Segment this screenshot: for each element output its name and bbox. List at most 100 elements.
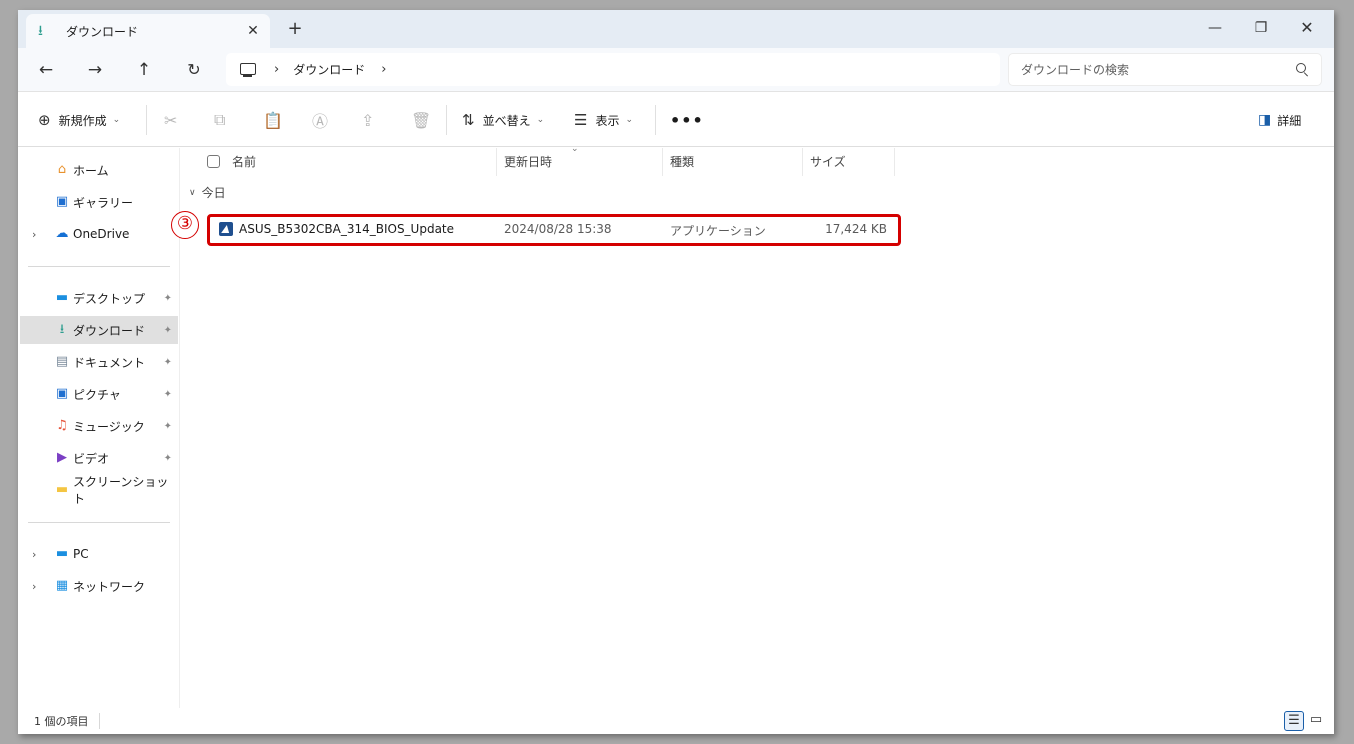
sidebar-item-screenshots[interactable]: ▬ スクリーンショット — [20, 475, 178, 506]
pin-icon[interactable]: ✦ — [164, 325, 172, 336]
sidebar-divider — [28, 266, 170, 267]
toolbar-divider — [655, 105, 656, 135]
sidebar-item-label: ネットワーク — [73, 579, 146, 594]
column-header-name[interactable]: 名前 — [225, 148, 497, 176]
sidebar-item-label: ミュージック — [73, 419, 145, 434]
cloud-icon: ☁ — [55, 226, 69, 241]
pin-icon[interactable]: ✦ — [164, 389, 172, 400]
tiles-view-toggle[interactable]: ▭ — [1306, 711, 1326, 731]
sort-indicator-icon: ⌄ — [571, 144, 579, 154]
address-row: ← → ↑ ↻ › ダウンロード › — [18, 48, 1334, 92]
column-header-size[interactable]: サイズ — [803, 148, 895, 176]
group-header-today[interactable]: ∨ 今日 — [189, 184, 226, 201]
more-options-button[interactable]: ••• — [670, 106, 704, 134]
list-view-icon: ☰ — [574, 111, 588, 129]
folder-icon: ▬ — [55, 482, 69, 497]
sidebar-item-pictures[interactable]: ▣ ピクチャ ✦ — [20, 380, 178, 408]
search-box[interactable] — [1008, 53, 1322, 86]
sidebar-item-label: ホーム — [73, 163, 109, 178]
minimize-button[interactable]: — — [1192, 14, 1238, 42]
sidebar-item-label: デスクトップ — [73, 291, 146, 306]
breadcrumb-downloads[interactable]: ダウンロード — [293, 61, 365, 78]
tab-label: ダウンロード — [66, 24, 139, 39]
sidebar-item-onedrive[interactable]: › ☁ OneDrive — [20, 220, 178, 248]
pin-icon[interactable]: ✦ — [164, 453, 172, 464]
pin-icon[interactable]: ✦ — [164, 357, 172, 368]
screenshot-frame: ⭳ ダウンロード ✕ + — ❐ ✕ ← → ↑ ↻ › ダウンロード › ダウ… — [0, 0, 1354, 744]
forward-button[interactable]: → — [81, 57, 109, 83]
close-tab-icon[interactable]: ✕ — [244, 22, 262, 40]
chevron-down-icon: ⌄ — [112, 115, 121, 125]
view-button[interactable]: ☰ 表示 ⌄ — [574, 106, 633, 134]
restore-button[interactable]: ❐ — [1238, 14, 1284, 42]
breadcrumb-separator[interactable]: › — [274, 62, 279, 77]
annotation-step-marker: ③ — [171, 211, 199, 239]
pc-icon[interactable] — [238, 62, 258, 78]
sidebar-item-network[interactable]: › ▦ ネットワーク — [20, 572, 178, 600]
sidebar-item-label: ビデオ — [73, 451, 110, 466]
tab-downloads[interactable]: ⭳ ダウンロード ✕ — [26, 14, 270, 48]
share-button[interactable]: ⇪ — [361, 106, 374, 134]
file-explorer-window: ⭳ ダウンロード ✕ + — ❐ ✕ ← → ↑ ↻ › ダウンロード › ダウ… — [18, 10, 1334, 734]
pin-icon[interactable]: ✦ — [164, 293, 172, 304]
sidebar-item-documents[interactable]: ▤ ドキュメント ✦ — [20, 348, 178, 376]
item-count: 1 個の項目 — [34, 713, 100, 729]
cut-button[interactable]: ✂ — [164, 106, 177, 134]
download-arrow-icon: ⭳ — [38, 23, 43, 39]
toolbar-divider — [446, 105, 447, 135]
plus-circle-icon: ⊕ — [38, 111, 51, 129]
sidebar-item-desktop[interactable]: ▬ デスクトップ ✦ — [20, 284, 178, 312]
address-bar[interactable]: › ダウンロード › — [226, 53, 1000, 86]
group-label: 今日 — [201, 186, 226, 200]
up-button[interactable]: ↑ — [130, 57, 158, 83]
sidebar-item-videos[interactable]: ▶ ビデオ ✦ — [20, 444, 178, 472]
select-all-checkbox[interactable] — [207, 155, 220, 168]
sidebar-item-home[interactable]: ⌂ ホーム — [20, 156, 178, 184]
details-pane-button[interactable]: ◨ 詳細 — [1258, 106, 1301, 134]
paste-button[interactable]: 📋 — [263, 106, 283, 134]
sidebar-item-pc[interactable]: › ▬ PC — [20, 540, 178, 568]
column-header-date[interactable]: 更新日時 — [497, 148, 663, 176]
sort-label: 並べ替え — [482, 113, 531, 128]
column-header-type[interactable]: 種類 — [663, 148, 803, 176]
sidebar-item-label: ドキュメント — [73, 355, 146, 370]
back-button[interactable]: ← — [32, 57, 60, 83]
new-tab-button[interactable]: + — [284, 19, 306, 41]
download-arrow-icon: ⭳ — [59, 322, 65, 337]
sort-button[interactable]: ⇅ 並べ替え ⌄ — [462, 106, 544, 134]
share-icon: ⇪ — [361, 110, 375, 130]
search-input[interactable] — [1021, 60, 1281, 80]
document-icon: ▤ — [55, 354, 69, 369]
delete-button[interactable]: 🗑 — [411, 106, 431, 134]
chevron-down-icon: ⌄ — [536, 115, 545, 125]
chevron-down-icon: ⌄ — [625, 115, 634, 125]
new-label: 新規作成 — [58, 113, 107, 128]
expand-chevron-icon[interactable]: › — [32, 228, 36, 241]
sort-arrows-icon: ⇅ — [462, 111, 475, 129]
sidebar-item-music[interactable]: ♫ ミュージック ✦ — [20, 412, 178, 440]
pin-icon[interactable]: ✦ — [164, 421, 172, 432]
refresh-button[interactable]: ↻ — [180, 57, 208, 83]
sidebar-item-downloads[interactable]: ⭳ ダウンロード ✦ — [20, 316, 178, 344]
navigation-pane: ⌂ ホーム ▣ ギャラリー › ☁ OneDrive ▬ デスクトップ ✦ ⭳ … — [18, 148, 180, 708]
sidebar-item-gallery[interactable]: ▣ ギャラリー — [20, 188, 178, 216]
music-icon: ♫ — [56, 418, 68, 433]
sidebar-item-label: ピクチャ — [73, 387, 121, 402]
expand-chevron-icon[interactable]: › — [32, 548, 36, 561]
details-view-toggle[interactable]: ☰ — [1284, 711, 1304, 731]
command-toolbar: ⊕ 新規作成 ⌄ ✂ ⧉ 📋 Ⓐ ⇪ 🗑 ⇅ 並べ替え ⌄ ☰ 表示 ⌄ •••… — [18, 93, 1334, 147]
expand-chevron-icon[interactable]: › — [32, 580, 36, 593]
new-button[interactable]: ⊕ 新規作成 ⌄ — [38, 106, 120, 134]
sidebar-item-label: ダウンロード — [73, 323, 146, 338]
copy-button[interactable]: ⧉ — [214, 106, 225, 134]
search-icon[interactable] — [1296, 63, 1309, 76]
column-header-row: 名前 更新日時 種類 サイズ ⌄ — [181, 144, 896, 176]
close-window-button[interactable]: ✕ — [1284, 14, 1330, 42]
title-bar: ⭳ ダウンロード ✕ + — ❐ ✕ — [18, 10, 1334, 48]
delete-icon: 🗑 — [411, 110, 432, 130]
rename-button[interactable]: Ⓐ — [312, 106, 328, 134]
toolbar-divider — [146, 105, 147, 135]
breadcrumb-separator[interactable]: › — [381, 62, 386, 77]
sidebar-divider — [28, 522, 170, 523]
network-icon: ▦ — [55, 578, 69, 593]
